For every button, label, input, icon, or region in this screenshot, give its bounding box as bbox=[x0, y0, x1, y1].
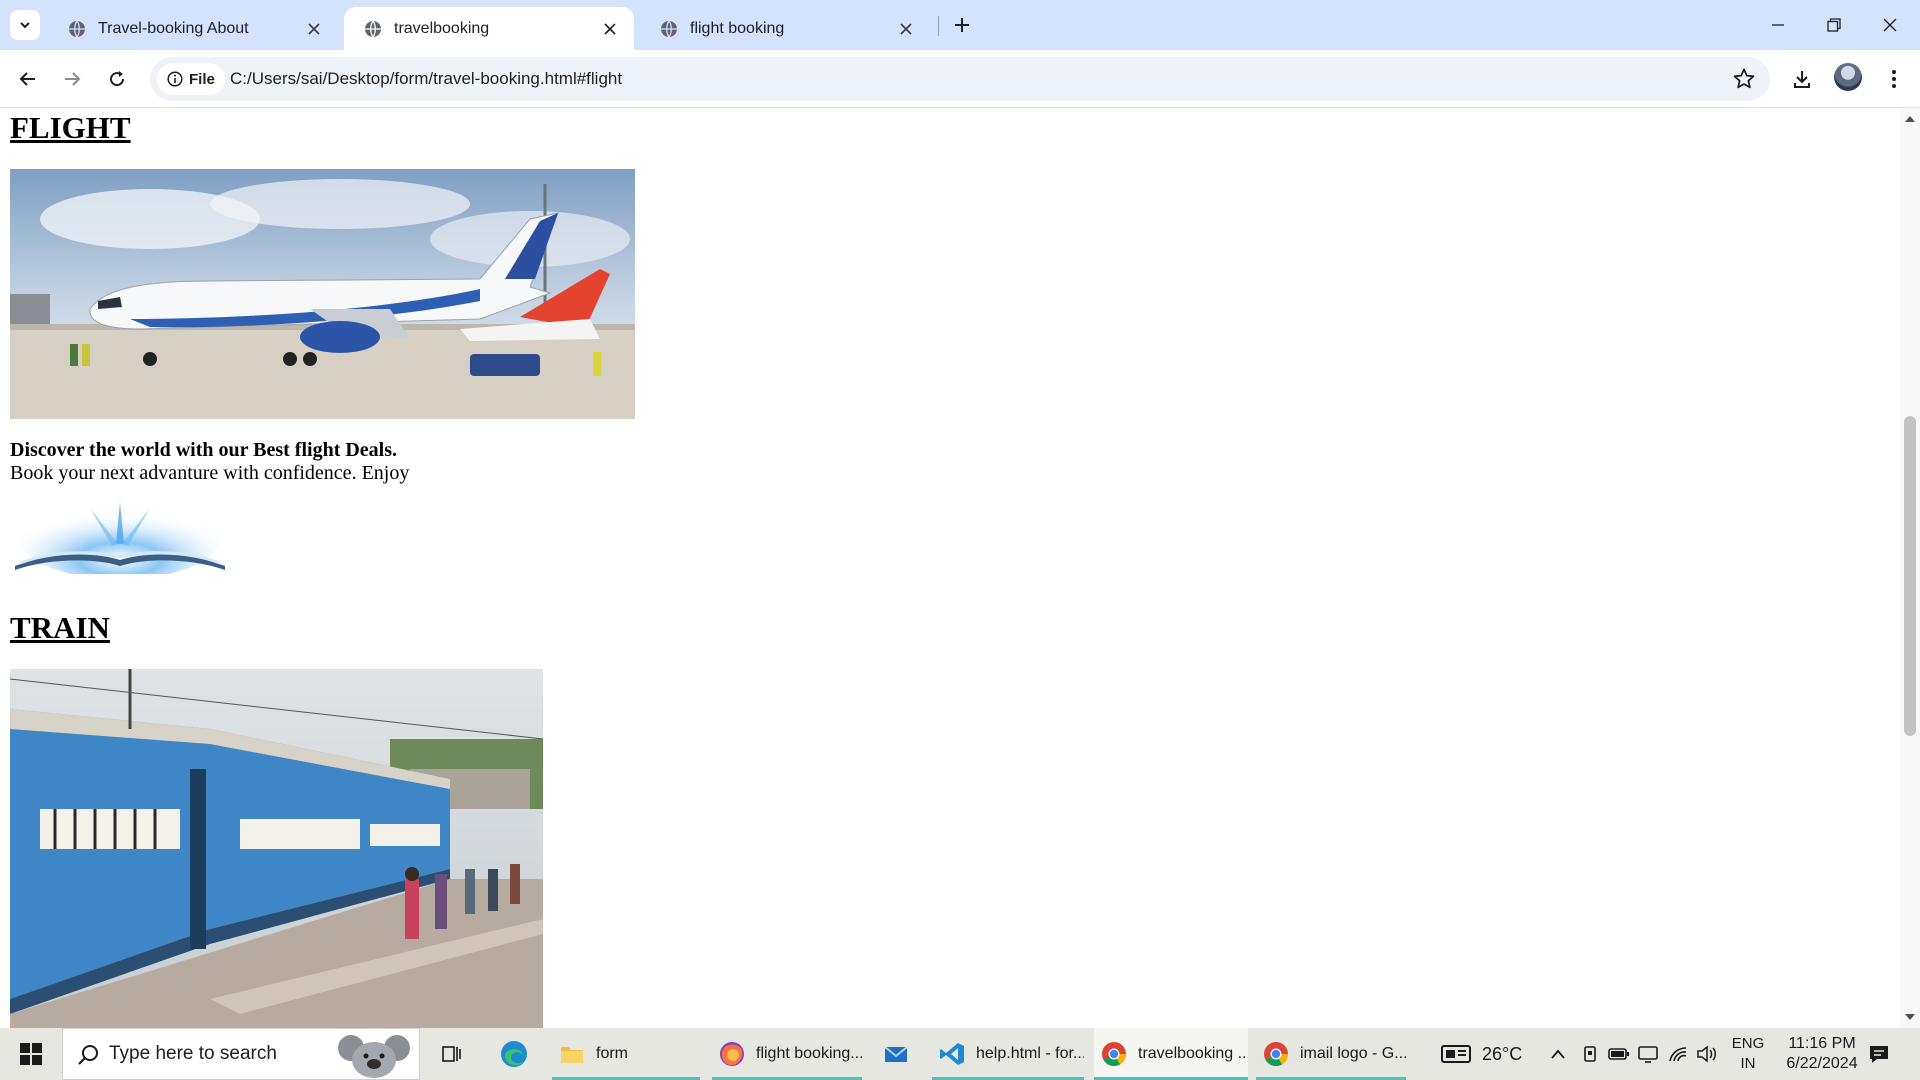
close-tab-icon[interactable] bbox=[304, 19, 324, 39]
taskbar-edge[interactable] bbox=[494, 1028, 534, 1080]
arrow-right-icon bbox=[65, 72, 81, 86]
tab-flight-booking[interactable]: flight booking bbox=[640, 7, 930, 50]
clock-date: 6/22/2024 bbox=[1786, 1055, 1858, 1072]
url-text[interactable]: C:/Users/sai/Desktop/form/travel-booking… bbox=[230, 57, 622, 101]
promo-headline: Discover the world with our Best flight … bbox=[10, 439, 398, 461]
downloads-button[interactable] bbox=[1786, 63, 1818, 95]
firefox-icon bbox=[720, 1042, 744, 1066]
plus-icon bbox=[955, 18, 969, 32]
task-view-icon bbox=[442, 1046, 461, 1062]
search-placeholder: Type here to search bbox=[109, 1043, 277, 1064]
more-vert-icon bbox=[1892, 70, 1896, 88]
forward-button[interactable] bbox=[56, 63, 88, 95]
taskbar-app-label: form bbox=[596, 1045, 628, 1062]
language-indicator[interactable]: ENG IN bbox=[1728, 1034, 1768, 1074]
tab-title: flight booking bbox=[690, 19, 785, 37]
volume-icon[interactable] bbox=[1696, 1045, 1718, 1063]
globe-icon bbox=[69, 20, 85, 37]
task-view-button[interactable] bbox=[434, 1028, 470, 1080]
scroll-up-icon[interactable] bbox=[1905, 114, 1915, 122]
new-tab-button[interactable] bbox=[947, 10, 977, 40]
clock-time: 11:16 PM bbox=[1788, 1035, 1856, 1052]
site-info-chip[interactable]: File bbox=[157, 63, 225, 95]
arrow-left-icon bbox=[19, 72, 35, 86]
device-icon[interactable] bbox=[1582, 1045, 1598, 1063]
globe-icon bbox=[661, 20, 677, 37]
close-window-button[interactable] bbox=[1862, 0, 1918, 50]
chrome-icon bbox=[1102, 1042, 1126, 1067]
start-button[interactable] bbox=[0, 1028, 62, 1080]
reload-button[interactable] bbox=[101, 63, 133, 95]
taskbar-app-vscode[interactable]: help.html - for... bbox=[932, 1028, 1084, 1080]
weather-temperature: 26°C bbox=[1482, 1043, 1523, 1064]
train-image bbox=[10, 669, 543, 1028]
weather-widget[interactable]: 26°C bbox=[1440, 1028, 1550, 1080]
close-tab-icon[interactable] bbox=[896, 19, 916, 39]
book-image bbox=[15, 499, 225, 574]
taskbar-search-box[interactable]: Type here to search bbox=[62, 1028, 420, 1080]
taskbar-app-label: help.html - for... bbox=[976, 1045, 1084, 1062]
close-tab-icon[interactable] bbox=[600, 19, 620, 39]
koala-highlight-icon bbox=[338, 1035, 410, 1078]
news-widget-icon bbox=[1441, 1045, 1471, 1063]
tab-travelbooking[interactable]: travelbooking bbox=[344, 7, 634, 50]
flight-image bbox=[10, 169, 635, 419]
windows-taskbar: Type here to search form flight booking.… bbox=[0, 1028, 1920, 1080]
back-button[interactable] bbox=[12, 63, 44, 95]
scroll-thumb[interactable] bbox=[1904, 416, 1916, 736]
search-icon bbox=[78, 1045, 98, 1065]
restore-button[interactable] bbox=[1806, 0, 1862, 50]
globe-icon bbox=[365, 20, 381, 37]
restore-icon bbox=[1827, 18, 1841, 32]
bookmark-star-icon[interactable] bbox=[1732, 67, 1756, 91]
chevron-down-icon bbox=[20, 22, 30, 29]
profile-avatar[interactable] bbox=[1834, 63, 1862, 91]
tab-separator bbox=[938, 16, 939, 36]
taskbar-app-label: travelbooking ... bbox=[1138, 1045, 1248, 1062]
tab-title: travelbooking bbox=[394, 19, 490, 37]
tab-strip: Travel-booking About travelbooking fligh… bbox=[0, 0, 1920, 50]
language-code: ENG bbox=[1731, 1035, 1765, 1052]
taskbar-app-form[interactable]: form bbox=[552, 1028, 700, 1080]
display-icon[interactable] bbox=[1638, 1045, 1658, 1063]
promo-subtext: Book your next advanture with confidence… bbox=[10, 462, 410, 484]
chevron-up-icon[interactable] bbox=[1550, 1047, 1566, 1061]
mail-icon bbox=[884, 1046, 908, 1062]
close-icon bbox=[1883, 18, 1897, 32]
minimize-icon bbox=[1772, 24, 1784, 26]
vscode-icon bbox=[940, 1043, 964, 1065]
minimize-button[interactable] bbox=[1750, 0, 1806, 50]
wifi-icon[interactable] bbox=[1668, 1046, 1688, 1062]
taskbar-app-chrome-travelbooking[interactable]: travelbooking ... bbox=[1094, 1028, 1248, 1080]
windows-logo-icon bbox=[20, 1043, 42, 1065]
page-scrollbar[interactable] bbox=[1900, 108, 1920, 1028]
browser-toolbar: File C:/Users/sai/Desktop/form/travel-bo… bbox=[0, 50, 1920, 108]
tab-travel-booking-about[interactable]: Travel-booking About bbox=[48, 7, 338, 50]
battery-icon[interactable] bbox=[1608, 1047, 1630, 1061]
scroll-down-icon[interactable] bbox=[1905, 1014, 1915, 1022]
taskbar-app-chrome-imail[interactable]: imail logo - G... bbox=[1256, 1028, 1406, 1080]
folder-icon bbox=[561, 1047, 583, 1063]
taskbar-app-label: flight booking... bbox=[756, 1045, 862, 1062]
page-viewport: FLIGHT Discover the world with our Best … bbox=[0, 108, 1900, 1028]
notifications-icon[interactable] bbox=[1868, 1043, 1890, 1065]
address-bar[interactable]: File C:/Users/sai/Desktop/form/travel-bo… bbox=[150, 57, 1770, 101]
taskbar-app-mail[interactable] bbox=[872, 1028, 920, 1080]
edge-icon bbox=[501, 1041, 527, 1067]
download-icon bbox=[1794, 71, 1810, 88]
reload-icon bbox=[110, 71, 125, 87]
taskbar-app-firefox[interactable]: flight booking... bbox=[712, 1028, 862, 1080]
taskbar-app-label: imail logo - G... bbox=[1300, 1045, 1406, 1062]
menu-button[interactable] bbox=[1878, 63, 1910, 95]
site-info-label: File bbox=[189, 70, 215, 88]
chrome-icon bbox=[1264, 1042, 1288, 1067]
region-code: IN bbox=[1740, 1055, 1756, 1072]
tab-search-button[interactable] bbox=[10, 10, 40, 40]
tab-title: Travel-booking About bbox=[98, 19, 249, 37]
flight-heading: FLIGHT bbox=[10, 110, 131, 145]
clock[interactable]: 11:16 PM 6/22/2024 bbox=[1772, 1034, 1872, 1074]
train-heading: TRAIN bbox=[10, 610, 110, 645]
info-icon bbox=[167, 71, 183, 87]
